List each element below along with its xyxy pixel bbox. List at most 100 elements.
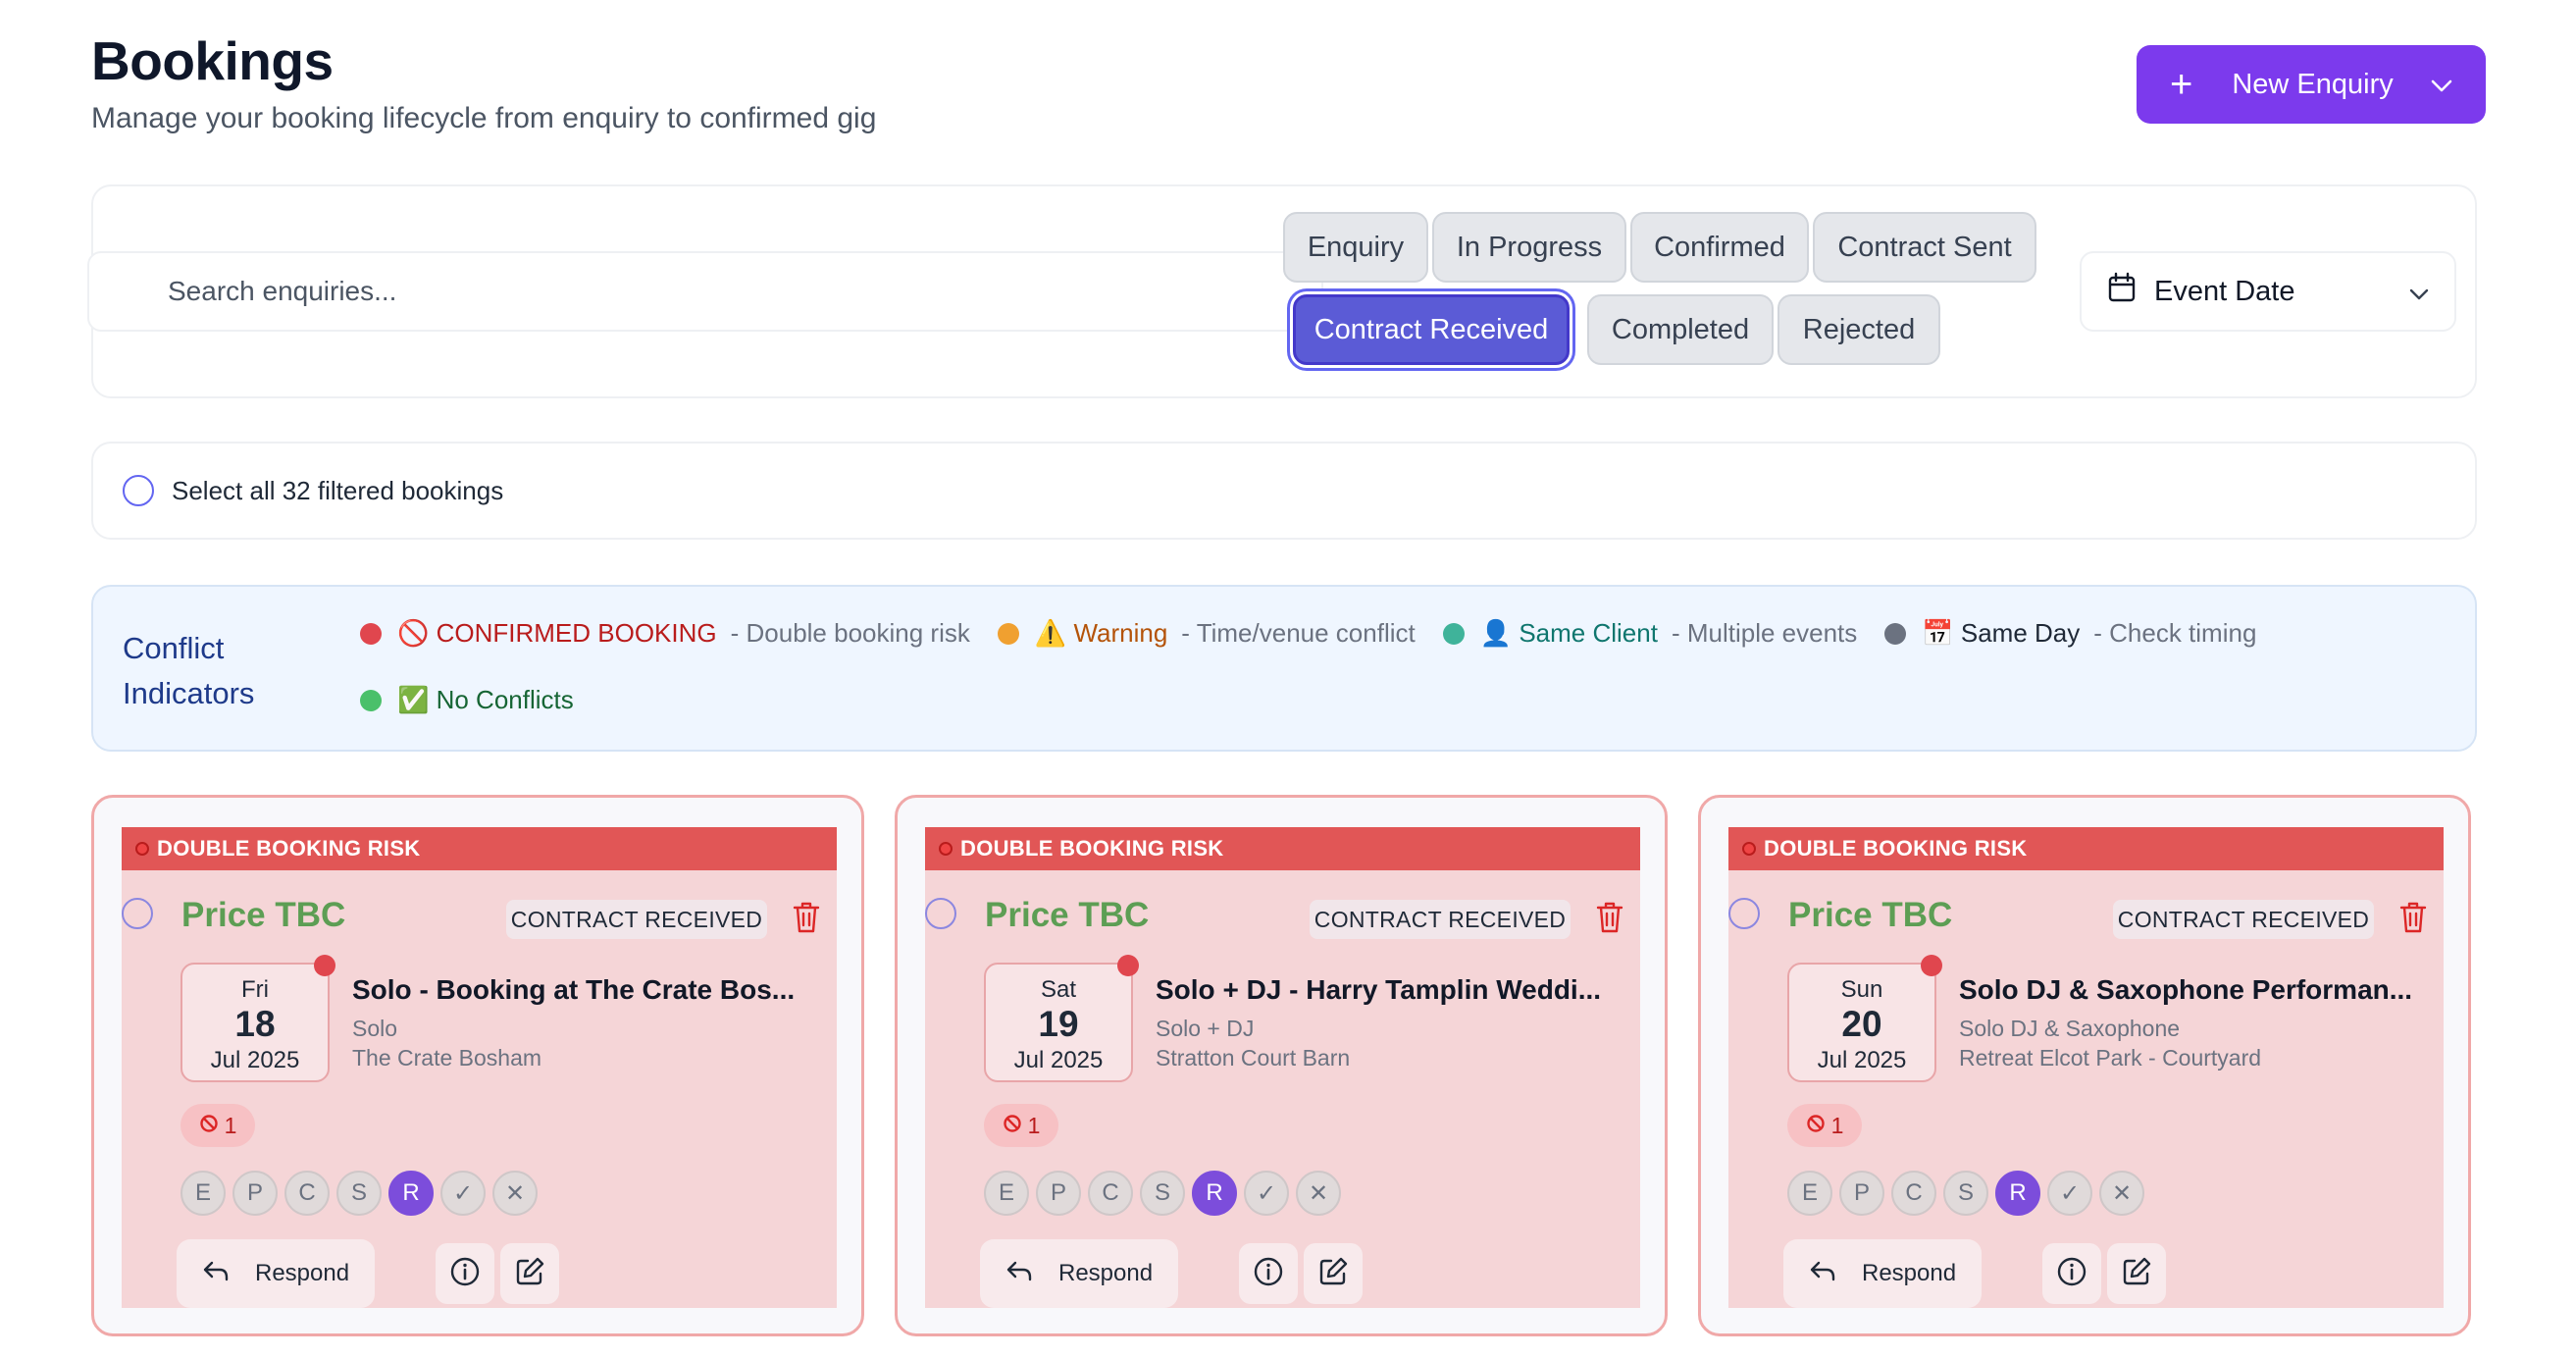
double-booking-risk-banner: DOUBLE BOOKING RISK [1728,827,2444,870]
edit-icon [514,1256,545,1292]
info-button[interactable] [2042,1243,2101,1304]
respond-button[interactable]: Respond [1783,1239,1982,1308]
event-month: Jul 2025 [1013,1047,1104,1073]
event-weekday: Sun [1840,976,1883,1003]
filter-chip-label: Confirmed [1654,231,1785,263]
filter-chip-rejected[interactable]: Rejected [1777,294,1940,365]
stage-confirmed[interactable]: C [1088,1171,1133,1216]
status-badge: CONTRACT RECEIVED [506,900,767,939]
booking-select-checkbox[interactable] [122,898,153,929]
conflict-count-badge[interactable]: 1 [1787,1104,1862,1147]
trash-icon[interactable] [1594,900,1625,935]
stage-contract-sent[interactable]: S [1943,1171,1988,1216]
filter-chip-enquiry[interactable]: Enquiry [1283,212,1428,283]
stage-completed[interactable]: ✓ [1244,1171,1289,1216]
stage-confirmed[interactable]: C [1891,1171,1936,1216]
stage-completed[interactable]: ✓ [440,1171,486,1216]
stage-enquiry[interactable]: E [1787,1171,1832,1216]
filter-chip-contract-received[interactable]: Contract Received [1293,294,1570,365]
search-input[interactable] [87,251,1323,332]
event-day: 19 [1038,1004,1079,1044]
select-all-checkbox[interactable] [123,475,154,506]
stage-in-progress[interactable]: P [1036,1171,1081,1216]
booking-card[interactable]: DOUBLE BOOKING RISK Price TBC CONTRACT R… [1698,795,2471,1336]
conflict-dot-icon [1117,955,1139,976]
info-button[interactable] [436,1243,494,1304]
legend-confirmed-booking: 🚫 CONFIRMED BOOKING - Double booking ris… [360,618,970,649]
filter-chip-completed[interactable]: Completed [1587,294,1774,365]
stage-contract-sent[interactable]: S [1140,1171,1185,1216]
legend-label: ✅ No Conflicts [397,685,574,714]
stage-confirmed[interactable]: C [284,1171,330,1216]
risk-label: DOUBLE BOOKING RISK [960,836,1224,861]
no-entry-icon [1742,842,1756,856]
gig-type: Solo [352,1016,398,1041]
stage-in-progress[interactable]: P [232,1171,278,1216]
select-all-label: Select all 32 filtered bookings [172,475,504,505]
stage-contract-received[interactable]: R [1192,1171,1237,1216]
info-button[interactable] [1239,1243,1298,1304]
edit-button[interactable] [2107,1243,2166,1304]
orange-dot-icon [997,622,1019,645]
booking-card[interactable]: DOUBLE BOOKING RISK Price TBC CONTRACT R… [91,795,864,1336]
gig-title[interactable]: Solo + DJ - Harry Tamplin Weddi... [1156,974,1601,1006]
legend-desc: - Multiple events [1671,618,1858,648]
respond-button[interactable]: Respond [980,1239,1178,1308]
legend-same-day: 📅 Same Day - Check timing [1884,618,2256,649]
event-weekday: Fri [241,976,269,1003]
no-entry-icon [199,1113,219,1139]
conflict-indicators-title: Conflict Indicators [123,631,255,710]
stage-in-progress[interactable]: P [1839,1171,1884,1216]
filter-chip-confirmed[interactable]: Confirmed [1630,212,1809,283]
stage-rejected[interactable]: ✕ [492,1171,538,1216]
event-date-sort-select[interactable]: Event Date [2080,251,2456,332]
filter-chip-label: Enquiry [1307,231,1405,263]
conflict-count-badge[interactable]: 1 [180,1104,255,1147]
select-all-bar: Select all 32 filtered bookings [91,442,2477,540]
conflict-dot-icon [1921,955,1942,976]
trash-icon[interactable] [791,900,822,935]
booking-select-checkbox[interactable] [925,898,956,929]
risk-label: DOUBLE BOOKING RISK [157,836,421,861]
new-enquiry-button[interactable]: + New Enquiry [2137,45,2486,124]
edit-button[interactable] [500,1243,559,1304]
gig-venue: The Crate Bosham [352,1045,542,1071]
stage-enquiry[interactable]: E [180,1171,226,1216]
gig-title[interactable]: Solo DJ & Saxophone Performan... [1959,974,2412,1006]
booking-card[interactable]: DOUBLE BOOKING RISK Price TBC CONTRACT R… [895,795,1668,1336]
respond-label: Respond [1058,1260,1154,1286]
event-weekday: Sat [1040,976,1077,1003]
chevron-down-icon[interactable] [2431,69,2452,101]
filter-chip-contract-sent[interactable]: Contract Sent [1813,212,2036,283]
status-badge: CONTRACT RECEIVED [2113,900,2374,939]
gig-type: Solo + DJ [1156,1016,1255,1041]
event-date-box: Fri 18 Jul 2025 [180,963,330,1082]
event-day: 20 [1841,1004,1882,1044]
reply-icon [202,1260,230,1288]
event-date-box: Sat 19 Jul 2025 [984,963,1133,1082]
filter-chip-in-progress[interactable]: In Progress [1432,212,1626,283]
red-dot-icon [360,622,382,645]
conflict-count-badge[interactable]: 1 [984,1104,1058,1147]
stage-completed[interactable]: ✓ [2047,1171,2092,1216]
edit-button[interactable] [1304,1243,1363,1304]
reply-icon [1005,1260,1033,1288]
filter-chip-label: Contract Sent [1837,231,2012,263]
stage-contract-sent[interactable]: S [336,1171,382,1216]
trash-icon[interactable] [2397,900,2429,935]
filter-chip-label: Completed [1611,313,1750,345]
stage-contract-received[interactable]: R [1995,1171,2040,1216]
booking-select-checkbox[interactable] [1728,898,1760,929]
stage-contract-received[interactable]: R [388,1171,434,1216]
stage-tracker: E P C S R ✓ ✕ [180,1171,544,1216]
status-badge: CONTRACT RECEIVED [1310,900,1571,939]
stage-enquiry[interactable]: E [984,1171,1029,1216]
event-date-box: Sun 20 Jul 2025 [1787,963,1936,1082]
gig-title[interactable]: Solo - Booking at The Crate Bos... [352,974,795,1006]
conflict-legend-row: 🚫 CONFIRMED BOOKING - Double booking ris… [360,618,2284,649]
stage-rejected[interactable]: ✕ [1296,1171,1341,1216]
respond-button[interactable]: Respond [177,1239,375,1308]
stage-rejected[interactable]: ✕ [2099,1171,2144,1216]
event-date-label: Event Date [2154,275,2295,307]
double-booking-risk-banner: DOUBLE BOOKING RISK [925,827,1640,870]
